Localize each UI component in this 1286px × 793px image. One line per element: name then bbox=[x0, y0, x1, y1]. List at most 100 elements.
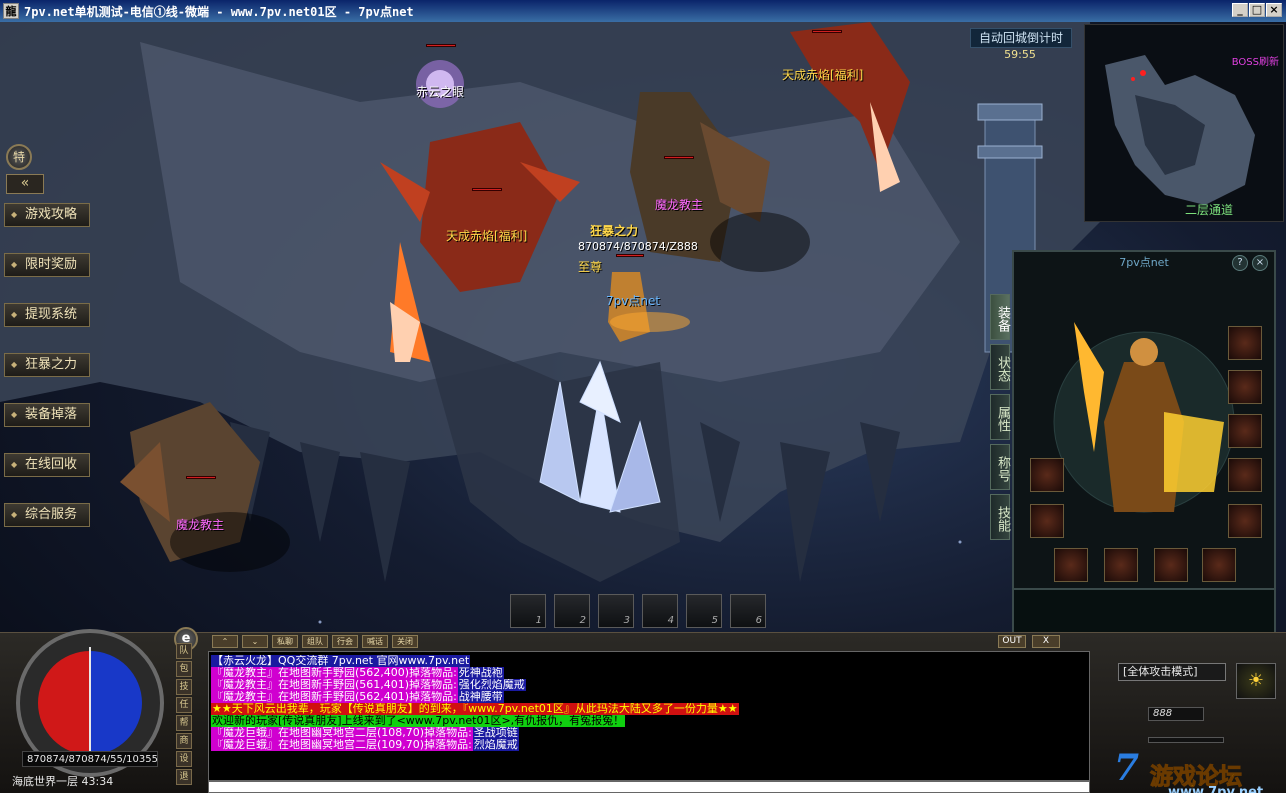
side-menu-services[interactable]: 综合服务 bbox=[4, 503, 90, 527]
player-title: 狂暴之力 bbox=[590, 224, 639, 238]
chat-line-segment: 烈焰魔戒 bbox=[472, 739, 519, 751]
chat-team-button[interactable]: 组队 bbox=[302, 635, 328, 648]
skill-icon[interactable]: 技 bbox=[176, 679, 192, 695]
char-panel-close-button[interactable]: × bbox=[1252, 255, 1268, 271]
slot-necklace-icon[interactable] bbox=[1228, 370, 1262, 404]
side-menu-withdraw[interactable]: 提现系统 bbox=[4, 303, 90, 327]
tab-skills[interactable]: 技能 bbox=[990, 494, 1010, 540]
side-menu-timed-reward[interactable]: 限时奖励 bbox=[4, 253, 90, 277]
attack-mode-button[interactable]: [全体攻击模式] bbox=[1118, 663, 1226, 681]
chat-line-segment: 『魔龙教主』在地图新手野园(562,401)掉落物品: bbox=[211, 691, 458, 703]
side-menu-guide[interactable]: 游戏攻略 bbox=[4, 203, 90, 227]
player-marker-icon bbox=[1140, 70, 1146, 76]
chat-shout-button[interactable]: 喊话 bbox=[362, 635, 388, 648]
guardian-center-label[interactable]: 魔龙教主 bbox=[655, 196, 703, 213]
slot-boots-icon[interactable] bbox=[1154, 548, 1188, 582]
chat-line-segment: 『魔龙教主』在地图新手野园(561,401)掉落物品: bbox=[211, 679, 458, 691]
chat-line: 『魔龙巨蛾』在地图幽冥地宫二层(109,70)掉落物品: 烈焰魔戒 bbox=[211, 739, 1087, 751]
chat-log[interactable]: 【赤云火龙】QQ交流群 7pv.net 官网www.7pv.net 『魔龙教主』在… bbox=[208, 651, 1090, 781]
minimap-exit-label[interactable]: 二层通道 bbox=[1185, 201, 1233, 218]
skill-slot-5[interactable]: 5 bbox=[686, 594, 722, 628]
demon-top-hpbar bbox=[812, 30, 842, 33]
exit-icon[interactable]: 退 bbox=[176, 769, 192, 785]
chat-x-button[interactable]: X bbox=[1032, 635, 1060, 648]
minimap-boss-label[interactable]: BOSS刷新 bbox=[1232, 53, 1279, 68]
demon-left-hpbar bbox=[472, 188, 502, 191]
window-title: 7pv.net单机测试-电信①线-微端 - www.7pv.net01区 - 7… bbox=[24, 5, 414, 19]
side-menu-drops[interactable]: 装备掉落 bbox=[4, 403, 90, 427]
side-collapse-button[interactable]: « bbox=[6, 174, 44, 194]
player-stats: 870874/870874/Z888 bbox=[578, 240, 698, 253]
tab-titles[interactable]: 称号 bbox=[990, 444, 1010, 490]
demon-top-label[interactable]: 天成赤焰[福利] bbox=[782, 66, 863, 83]
slot-charm-icon[interactable] bbox=[1202, 548, 1236, 582]
tab-attributes[interactable]: 属性 bbox=[990, 394, 1010, 440]
skill-slot-1[interactable]: 1 bbox=[510, 594, 546, 628]
quest-icon[interactable]: 任 bbox=[176, 697, 192, 713]
game-window: 龍 7pv.net单机测试-电信①线-微端 - www.7pv.net01区 -… bbox=[0, 0, 1286, 793]
skill-slot-6[interactable]: 6 bbox=[730, 594, 766, 628]
tab-status[interactable]: 状态 bbox=[990, 344, 1010, 390]
skill-slot-number: 1 bbox=[535, 615, 542, 626]
bag-icon[interactable]: 包 bbox=[176, 661, 192, 677]
restore-button[interactable]: □ bbox=[1249, 3, 1265, 17]
day-night-icon: ☀ bbox=[1236, 663, 1276, 699]
skill-slot-number: 2 bbox=[579, 615, 586, 626]
skill-slot-2[interactable]: 2 bbox=[554, 594, 590, 628]
boss-eye-label[interactable]: 赤云之眼 bbox=[416, 83, 464, 100]
chat-scroll-up-button[interactable]: ⌃ bbox=[212, 635, 238, 648]
minimap[interactable]: BOSS刷新 二层通道 bbox=[1084, 24, 1284, 222]
watermark-logo-number: 7 bbox=[1114, 747, 1140, 789]
chat-line: 【赤云火龙】QQ交流群 7pv.net 官网www.7pv.net bbox=[211, 655, 1087, 667]
chat-private-button[interactable]: 私聊 bbox=[272, 635, 298, 648]
skill-slot-number: 5 bbox=[711, 615, 718, 626]
chat-toolbar: ⌃ ⌄ 私聊 组队 行会 喊话 关闭 bbox=[208, 633, 1088, 651]
skill-bar: 1 2 3 4 5 6 bbox=[420, 582, 840, 634]
chat-input[interactable] bbox=[208, 781, 1090, 793]
close-button[interactable]: × bbox=[1266, 3, 1282, 17]
game-viewport[interactable]: 赤云之眼 天成赤焰[福利] 天成赤焰[福利] 魔龙教主 魔龙教主 狂暴之力 87… bbox=[0, 22, 1286, 793]
chat-line-segment: 『魔龙巨蛾』在地图幽冥地宫二层(108,70)掉落物品: bbox=[211, 727, 473, 739]
demon-left-label[interactable]: 天成赤焰[福利] bbox=[446, 227, 527, 244]
tab-equipment[interactable]: 装备 bbox=[990, 294, 1010, 340]
bottom-hud: e 870874/870874/55/10355 海底世界一层 43:34 队 … bbox=[0, 627, 1286, 793]
slot-ring-left-icon[interactable] bbox=[1030, 504, 1064, 538]
shop-icon[interactable]: 商 bbox=[176, 733, 192, 749]
chat-out-button[interactable]: OUT bbox=[998, 635, 1026, 648]
skill-slot-4[interactable]: 4 bbox=[642, 594, 678, 628]
window-titlebar[interactable]: 龍 7pv.net单机测试-电信①线-微端 - www.7pv.net01区 -… bbox=[0, 0, 1286, 22]
special-toggle-button[interactable]: 特 bbox=[6, 144, 32, 170]
side-menu-berserk[interactable]: 狂暴之力 bbox=[4, 353, 90, 377]
slot-bracelet-left-icon[interactable] bbox=[1030, 458, 1064, 492]
char-panel-help-button[interactable]: ? bbox=[1232, 255, 1248, 271]
skill-slot-number: 6 bbox=[755, 615, 762, 626]
chat-line: 『魔龙教主』在地图新手野园(561,401)掉落物品: 强化烈焰魔戒 bbox=[211, 679, 1087, 691]
slot-bracelet-right-icon[interactable] bbox=[1228, 458, 1262, 492]
forum-watermark: 7 游戏论坛 www.7pv.net bbox=[1110, 747, 1284, 793]
guild-icon[interactable]: 帮 bbox=[176, 715, 192, 731]
slot-belt-icon[interactable] bbox=[1104, 548, 1138, 582]
chat-line-segment: 【赤云火龙】QQ交流群 7pv.net 官网www.7pv.net bbox=[211, 655, 471, 667]
chat-close-button[interactable]: 关闭 bbox=[392, 635, 418, 648]
minimize-button[interactable]: _ bbox=[1232, 3, 1248, 17]
slot-chest-icon[interactable] bbox=[1228, 326, 1262, 360]
guardian-center-hpbar bbox=[664, 156, 694, 159]
chat-line-segment: ★★天下风云出我辈，玩家【传说真朋友】的到来，『www.7pv.net01区』从… bbox=[211, 703, 739, 715]
player-rank: 至尊 bbox=[578, 260, 603, 274]
side-menu-recycle[interactable]: 在线回收 bbox=[4, 453, 90, 477]
chat-line: 『魔龙巨蛾』在地图幽冥地宫二层(108,70)掉落物品: 圣战项链 bbox=[211, 727, 1087, 739]
guardian-left-label[interactable]: 魔龙教主 bbox=[176, 516, 224, 533]
team-icon[interactable]: 队 bbox=[176, 643, 192, 659]
settings-icon[interactable]: 设 bbox=[176, 751, 192, 767]
chat-guild-button[interactable]: 行会 bbox=[332, 635, 358, 648]
slot-medal-icon[interactable] bbox=[1228, 414, 1262, 448]
guardian-left-hpbar bbox=[186, 476, 216, 479]
player-hpbar bbox=[616, 254, 644, 257]
slot-ring-right-icon[interactable] bbox=[1228, 504, 1262, 538]
player-name[interactable]: 7pv点net bbox=[606, 292, 660, 309]
skill-slot-3[interactable]: 3 bbox=[598, 594, 634, 628]
chat-scroll-down-button[interactable]: ⌄ bbox=[242, 635, 268, 648]
slot-gem-icon[interactable] bbox=[1054, 548, 1088, 582]
chat-line: ★★天下风云出我辈，玩家【传说真朋友】的到来，『www.7pv.net01区』从… bbox=[211, 703, 1087, 715]
skill-slot-number: 4 bbox=[667, 615, 674, 626]
